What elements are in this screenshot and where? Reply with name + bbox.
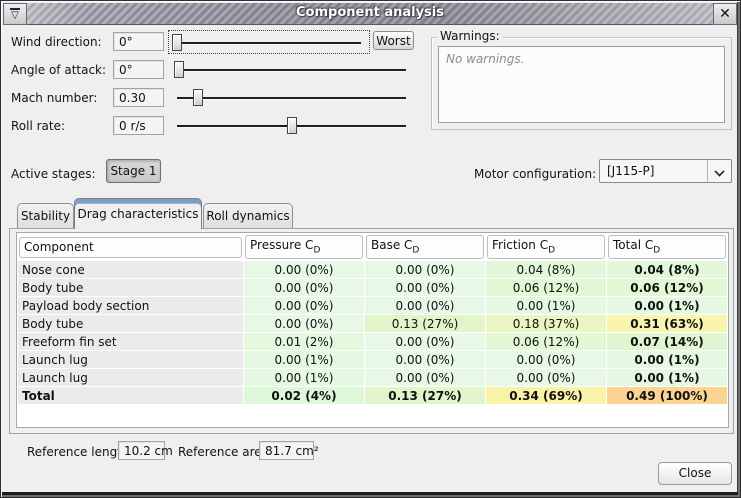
table-row: Nose cone0.00 (0%)0.00 (0%)0.04 (8%)0.04… — [18, 261, 727, 278]
value-cell: 0.00 (1%) — [607, 369, 727, 386]
component-cell: Launch lug — [18, 351, 243, 368]
component-cell: Launch lug — [18, 369, 243, 386]
window-close-icon[interactable]: ✕ — [713, 3, 737, 25]
table-row: Freeform fin set0.01 (2%)0.00 (0%)0.06 (… — [18, 333, 727, 350]
mach-number-input[interactable]: 0.30 — [113, 88, 164, 107]
active-stages-label: Active stages: — [11, 167, 96, 181]
column-header-component[interactable]: Component — [18, 234, 243, 260]
value-cell: 0.00 (1%) — [244, 351, 364, 368]
value-cell: 0.00 (1%) — [486, 297, 606, 314]
component-cell: Total — [18, 387, 243, 404]
close-button[interactable]: Close — [658, 462, 732, 485]
value-cell: 0.04 (8%) — [607, 261, 727, 278]
angle-of-attack-slider-handle[interactable] — [174, 61, 184, 78]
table-row: Launch lug0.00 (1%)0.00 (0%)0.00 (0%)0.0… — [18, 351, 727, 368]
mach-number-slider-handle[interactable] — [193, 89, 203, 106]
column-header-friction-c[interactable]: Friction CD — [486, 234, 606, 260]
value-cell: 0.06 (12%) — [486, 279, 606, 296]
value-cell: 0.00 (0%) — [365, 297, 485, 314]
value-cell: 0.04 (8%) — [486, 261, 606, 278]
reference-area-value: 81.7 cm² — [259, 441, 314, 460]
value-cell: 0.31 (63%) — [607, 315, 727, 332]
component-cell: Payload body section — [18, 297, 243, 314]
value-cell: 0.02 (4%) — [244, 387, 364, 404]
column-header-pressure-c[interactable]: Pressure CD — [244, 234, 364, 260]
stage-1-toggle-button[interactable]: Stage 1 — [106, 159, 161, 183]
component-cell: Freeform fin set — [18, 333, 243, 350]
table-body: Nose cone0.00 (0%)0.00 (0%)0.04 (8%)0.04… — [18, 261, 727, 404]
tab-roll-dynamics[interactable]: Roll dynamics — [203, 203, 293, 229]
value-cell: 0.00 (0%) — [365, 369, 485, 386]
value-cell: 0.00 (0%) — [244, 261, 364, 278]
motor-configuration-value: [J115-P] — [607, 164, 654, 178]
value-cell: 0.49 (100%) — [607, 387, 727, 404]
title-bar: ▽ Component analysis ✕ — [3, 3, 737, 25]
value-cell: 0.00 (0%) — [486, 351, 606, 368]
component-cell: Body tube — [18, 315, 243, 332]
value-cell: 0.00 (1%) — [607, 351, 727, 368]
chevron-down-icon — [715, 167, 724, 173]
motor-configuration-select[interactable]: [J115-P] — [599, 159, 732, 183]
value-cell: 0.00 (0%) — [244, 297, 364, 314]
value-cell: 0.00 (0%) — [365, 333, 485, 350]
angle-of-attack-slider[interactable] — [169, 58, 414, 82]
value-cell: 0.01 (2%) — [244, 333, 364, 350]
mach-number-label: Mach number: — [11, 91, 97, 105]
wind-direction-input[interactable]: 0° — [113, 32, 164, 51]
value-cell: 0.34 (69%) — [486, 387, 606, 404]
mach-number-slider[interactable] — [169, 86, 414, 110]
value-cell: 0.07 (14%) — [607, 333, 727, 350]
slider-track — [177, 97, 406, 99]
window-title: Component analysis — [3, 5, 737, 20]
table-row: Launch lug0.00 (1%)0.00 (0%)0.00 (0%)0.0… — [18, 369, 727, 386]
column-header-base-c[interactable]: Base CD — [365, 234, 485, 260]
drag-table: ComponentPressure CDBase CDFriction CDTo… — [17, 233, 728, 405]
motor-configuration-label: Motor configuration: — [474, 167, 596, 181]
reference-length-value: 10.2 cm — [118, 441, 165, 460]
drag-characteristics-panel: ComponentPressure CDBase CDFriction CDTo… — [9, 228, 734, 434]
component-analysis-dialog: ▽ Component analysis ✕ Wind direction: 0… — [0, 0, 741, 498]
warnings-title: Warnings: — [437, 29, 503, 43]
table-row: Body tube0.00 (0%)0.13 (27%)0.18 (37%)0.… — [18, 315, 727, 332]
angle-of-attack-input[interactable]: 0° — [113, 60, 164, 79]
value-cell: 0.13 (27%) — [365, 387, 485, 404]
worst-button[interactable]: Worst — [373, 31, 414, 50]
value-cell: 0.00 (0%) — [365, 351, 485, 368]
drag-table-pane: ComponentPressure CDBase CDFriction CDTo… — [16, 232, 729, 428]
value-cell: 0.00 (0%) — [486, 369, 606, 386]
component-cell: Body tube — [18, 279, 243, 296]
tab-stability[interactable]: Stability — [17, 203, 74, 229]
angle-of-attack-label: Angle of attack: — [11, 63, 106, 77]
component-cell: Nose cone — [18, 261, 243, 278]
slider-track — [177, 42, 361, 44]
roll-rate-slider-handle[interactable] — [287, 117, 297, 134]
wind-direction-slider[interactable] — [168, 30, 370, 54]
value-cell: 0.06 (12%) — [486, 333, 606, 350]
wind-direction-label: Wind direction: — [11, 35, 102, 49]
tab-drag-characteristics[interactable]: Drag characteristics — [74, 198, 202, 229]
value-cell: 0.00 (1%) — [607, 297, 727, 314]
value-cell: 0.00 (0%) — [244, 315, 364, 332]
table-header-row: ComponentPressure CDBase CDFriction CDTo… — [18, 234, 727, 260]
slider-track — [177, 69, 406, 71]
combo-arrow-box — [707, 160, 731, 182]
table-row: Total0.02 (4%)0.13 (27%)0.34 (69%)0.49 (… — [18, 387, 727, 404]
value-cell: 0.13 (27%) — [365, 315, 485, 332]
table-row: Payload body section0.00 (0%)0.00 (0%)0.… — [18, 297, 727, 314]
roll-rate-label: Roll rate: — [11, 119, 65, 133]
roll-rate-slider[interactable] — [169, 114, 414, 138]
wind-direction-slider-handle[interactable] — [172, 34, 182, 51]
table-row: Body tube0.00 (0%)0.00 (0%)0.06 (12%)0.0… — [18, 279, 727, 296]
value-cell: 0.00 (0%) — [365, 279, 485, 296]
warnings-group: Warnings: No warnings. — [431, 37, 732, 130]
column-header-total-c[interactable]: Total CD — [607, 234, 727, 260]
value-cell: 0.00 (0%) — [365, 261, 485, 278]
value-cell: 0.00 (0%) — [244, 279, 364, 296]
roll-rate-input[interactable]: 0 r/s — [113, 116, 164, 135]
value-cell: 0.06 (12%) — [607, 279, 727, 296]
warnings-list: No warnings. — [438, 46, 725, 123]
value-cell: 0.18 (37%) — [486, 315, 606, 332]
value-cell: 0.00 (1%) — [244, 369, 364, 386]
